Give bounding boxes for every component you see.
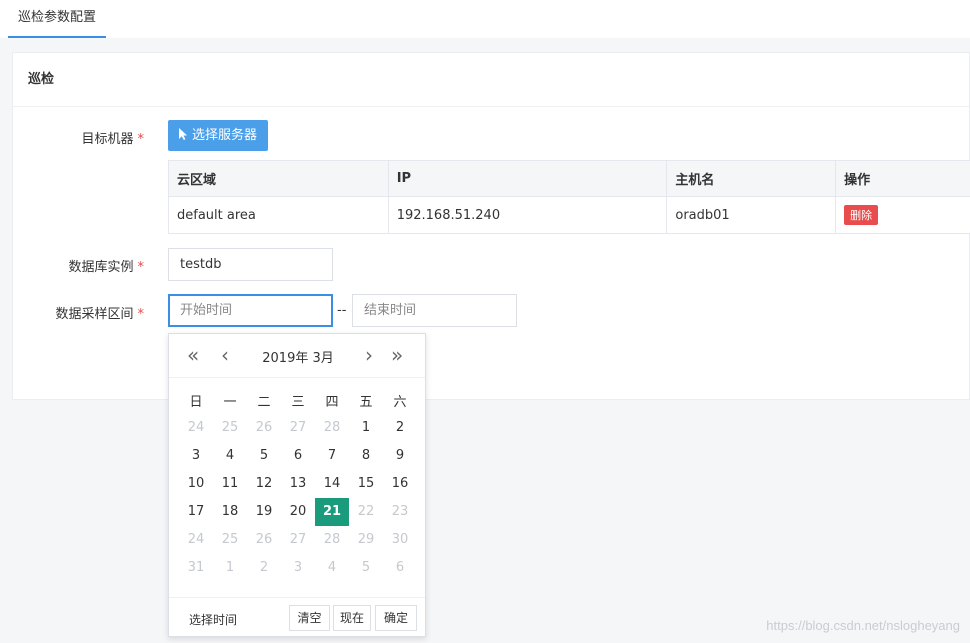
calendar-day[interactable]: 1 [213, 554, 247, 582]
tab-inspection-config[interactable]: 巡检参数配置 [8, 0, 107, 38]
calendar-day[interactable]: 25 [213, 526, 247, 554]
weekday-fri: 五 [359, 395, 373, 410]
calendar-day[interactable]: 7 [315, 442, 349, 470]
range-separator: -- [337, 303, 347, 318]
weekday-mon: 一 [223, 395, 237, 410]
calendar-week: 3 4 5 6 7 8 9 [179, 442, 417, 470]
required-mark: * [137, 260, 145, 275]
calendar-day[interactable]: 4 [315, 554, 349, 582]
calendar-day[interactable]: 29 [349, 526, 383, 554]
start-time-input[interactable]: 开始时间 [168, 294, 333, 327]
weekday-header: 日 一 二 三 四 五 六 [179, 391, 417, 410]
calendar-grid: 24 25 26 27 28 1 2 3 4 5 6 7 8 9 10 11 1… [179, 414, 417, 582]
calendar-day[interactable]: 22 [349, 498, 383, 526]
db-instance-label: 数据库实例 * [68, 260, 145, 275]
calendar-week: 17 18 19 20 21 22 23 [179, 498, 417, 526]
sample-range-label: 数据采样区间 * [55, 307, 145, 322]
calendar-day[interactable]: 27 [281, 526, 315, 554]
calendar-day[interactable]: 17 [179, 498, 213, 526]
delete-button[interactable]: 删除 [844, 205, 879, 225]
card-title: 巡检 [13, 53, 969, 107]
calendar-day[interactable]: 13 [281, 470, 315, 498]
next-month-button[interactable]: › [365, 343, 373, 367]
date-picker-popup: « ‹ 2019年 3月 › » 日 一 二 三 四 五 六 24 25 26 … [168, 333, 426, 637]
calendar-day[interactable]: 11 [213, 470, 247, 498]
calendar-day-selected[interactable]: 21 [315, 498, 349, 526]
next-year-button[interactable]: » [391, 343, 403, 367]
table-header: 云区域 IP 主机名 操作 [169, 161, 970, 197]
calendar-day[interactable]: 2 [383, 414, 417, 442]
select-time-link[interactable]: 选择时间 [189, 611, 237, 628]
cursor-icon [178, 121, 188, 140]
confirm-button[interactable]: 确定 [375, 605, 417, 631]
cell-ip: 192.168.51.240 [388, 197, 668, 234]
calendar-day[interactable]: 20 [281, 498, 315, 526]
calendar-day[interactable]: 31 [179, 554, 213, 582]
calendar-day[interactable]: 25 [213, 414, 247, 442]
tab-bar: 巡检参数配置 [0, 0, 970, 38]
required-mark: * [137, 307, 145, 322]
calendar-day[interactable]: 18 [213, 498, 247, 526]
calendar-day[interactable]: 5 [247, 442, 281, 470]
col-header-area: 云区域 [169, 161, 389, 197]
cell-hostname: oradb01 [667, 197, 837, 234]
calendar-day[interactable]: 23 [383, 498, 417, 526]
now-button[interactable]: 现在 [333, 605, 371, 631]
required-mark: * [137, 132, 145, 147]
clear-button[interactable]: 清空 [289, 605, 330, 631]
calendar-day[interactable]: 6 [281, 442, 315, 470]
calendar-day[interactable]: 10 [179, 470, 213, 498]
weekday-tue: 二 [257, 395, 271, 410]
db-instance-input[interactable]: testdb [168, 248, 333, 281]
table-row: default area 192.168.51.240 oradb01 删除 [169, 197, 970, 234]
calendar-day[interactable]: 24 [179, 414, 213, 442]
calendar-day[interactable]: 28 [315, 414, 349, 442]
target-machine-label: 目标机器 * [81, 132, 145, 147]
calendar-day[interactable]: 27 [281, 414, 315, 442]
calendar-day[interactable]: 3 [281, 554, 315, 582]
calendar-day[interactable]: 30 [383, 526, 417, 554]
weekday-wed: 三 [291, 395, 305, 410]
weekday-thu: 四 [325, 395, 339, 410]
calendar-day[interactable]: 16 [383, 470, 417, 498]
calendar-day[interactable]: 5 [349, 554, 383, 582]
calendar-day[interactable]: 9 [383, 442, 417, 470]
calendar-day[interactable]: 8 [349, 442, 383, 470]
calendar-week: 31 1 2 3 4 5 6 [179, 554, 417, 582]
weekday-sat: 六 [393, 395, 407, 410]
picker-header: « ‹ 2019年 3月 › » [169, 334, 425, 378]
col-header-action: 操作 [836, 161, 970, 197]
calendar-day[interactable]: 24 [179, 526, 213, 554]
calendar-week: 24 25 26 27 28 1 2 [179, 414, 417, 442]
calendar-day[interactable]: 15 [349, 470, 383, 498]
picker-month-title: 2019年 3月 [262, 351, 334, 366]
calendar-day[interactable]: 2 [247, 554, 281, 582]
calendar-day[interactable]: 6 [383, 554, 417, 582]
picker-footer: 选择时间 清空 现在 确定 [169, 597, 425, 637]
end-time-input[interactable]: 结束时间 [352, 294, 517, 327]
cell-action: 删除 [836, 197, 970, 234]
col-header-hostname: 主机名 [667, 161, 837, 197]
cell-area: default area [169, 197, 389, 234]
calendar-day[interactable]: 4 [213, 442, 247, 470]
calendar-week: 24 25 26 27 28 29 30 [179, 526, 417, 554]
calendar-day[interactable]: 12 [247, 470, 281, 498]
watermark: https://blog.csdn.net/nslogheyang [766, 618, 960, 633]
select-server-button[interactable]: 选择服务器 [168, 120, 268, 151]
calendar-day[interactable]: 28 [315, 526, 349, 554]
calendar-day[interactable]: 3 [179, 442, 213, 470]
calendar-day[interactable]: 19 [247, 498, 281, 526]
calendar-day[interactable]: 1 [349, 414, 383, 442]
calendar-day[interactable]: 26 [247, 414, 281, 442]
calendar-day[interactable]: 26 [247, 526, 281, 554]
calendar-day[interactable]: 14 [315, 470, 349, 498]
calendar-week: 10 11 12 13 14 15 16 [179, 470, 417, 498]
weekday-sun: 日 [189, 395, 203, 410]
col-header-ip: IP [388, 161, 668, 197]
server-table: 云区域 IP 主机名 操作 default area 192.168.51.24… [168, 160, 970, 234]
